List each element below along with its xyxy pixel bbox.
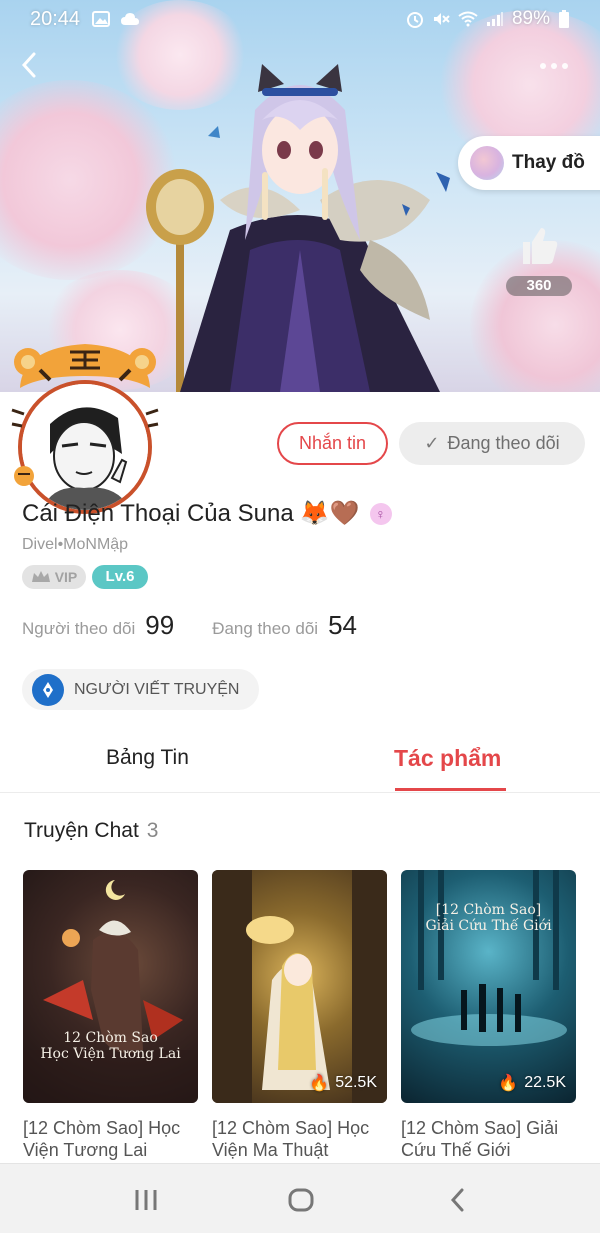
profile-name-row: Cái Điện Thoại Của Suna 🦊🤎 ♀ [22, 500, 392, 528]
section-title-label: Truyện Chat [24, 819, 139, 842]
battery-icon [559, 10, 569, 28]
wifi-icon [458, 11, 478, 27]
more-options-button[interactable] [540, 56, 580, 76]
like-widget[interactable]: 360 [506, 224, 572, 296]
cover-illustration [212, 870, 387, 1103]
story-cover[interactable]: 🔥 52.5K [212, 870, 387, 1103]
tab-works[interactable]: Tác phẩm [394, 745, 501, 772]
thumbs-up-icon [523, 228, 558, 264]
view-count: 🔥 22.5K [498, 1073, 566, 1093]
story-title[interactable]: [12 Chòm Sao] Học Viện Ma Thuật [212, 1117, 392, 1161]
recent-apps-icon [135, 1190, 157, 1210]
vip-label: VIP [54, 569, 78, 585]
following-stat-label[interactable]: Đang theo dõi [212, 619, 318, 639]
following-count[interactable]: 54 [328, 610, 357, 641]
profile-hero-banner: 20:44 89% Thay đồ 360 [0, 0, 600, 392]
female-gender-icon: ♀ [369, 503, 392, 525]
profile-tabs: Bảng Tin Tác phẩm [0, 738, 600, 793]
name-emojis: 🦊🤎 [299, 500, 360, 527]
view-count-value: 22.5K [524, 1074, 566, 1091]
home-icon [288, 1188, 314, 1212]
back-button[interactable] [18, 50, 48, 84]
android-navigation-bar [0, 1163, 600, 1233]
section-title: Truyện Chat 3 [24, 819, 158, 843]
dot-icon [562, 63, 568, 69]
fountain-pen-icon [32, 673, 64, 706]
story-title[interactable]: [12 Chòm Sao] Học Viện Tương Lai [23, 1117, 203, 1161]
chevron-left-icon [21, 52, 36, 78]
story-card[interactable]: 12 Chòm Sao Học Viện Tương Lai [12 Chòm … [23, 870, 198, 1161]
section-count: 3 [146, 819, 159, 842]
cover-title-text: 12 Chòm Sao Học Viện Tương Lai [40, 1030, 181, 1062]
profile-subname: Divel•MoNMập [22, 536, 129, 553]
followers-label[interactable]: Người theo dõi [22, 619, 135, 639]
battery-percent: 89% [511, 8, 550, 29]
checkmark-icon: ✓ [424, 433, 440, 453]
alarm-icon [406, 12, 423, 28]
following-button[interactable]: ✓ Đang theo dõi [399, 422, 585, 465]
cover-illustration [23, 880, 198, 1103]
message-button[interactable]: Nhắn tin [277, 422, 388, 465]
avatar-character-illustration [146, 64, 450, 392]
cover-title-text: [12 Chòm Sao] Giải Cứu Thế Giới [425, 902, 552, 934]
dot-icon [551, 63, 557, 69]
profile-avatar[interactable] [10, 340, 160, 514]
following-button-label: Đang theo dõi [447, 433, 560, 453]
back-nav-button[interactable] [438, 1186, 478, 1214]
status-time: 20:44 [30, 7, 81, 30]
chevron-left-icon [450, 1188, 464, 1212]
writer-role-label: NGƯỜI VIẾT TRUYỆN [74, 680, 240, 698]
story-cover[interactable]: [12 Chòm Sao] Giải Cứu Thế Giới 🔥 22.5K [401, 870, 576, 1103]
tiger-avatar-frame-icon [11, 344, 159, 486]
follow-stats: Người theo dõi 99 Đang theo dõi 54 [22, 610, 357, 641]
story-cover[interactable]: 12 Chòm Sao Học Viện Tương Lai [23, 870, 198, 1103]
writer-role-chip[interactable]: NGƯỜI VIẾT TRUYỆN [22, 669, 259, 710]
followers-count[interactable]: 99 [145, 610, 174, 641]
story-card[interactable]: 🔥 52.5K [12 Chòm Sao] Học Viện Ma Thuật [212, 870, 387, 1161]
cloud-sync-icon [121, 13, 140, 25]
vip-badge[interactable]: VIP [22, 565, 86, 589]
gallery-icon [92, 11, 111, 27]
flame-icon: 🔥 [309, 1075, 330, 1092]
view-count-value: 52.5K [335, 1074, 377, 1091]
view-count: 🔥 52.5K [309, 1073, 377, 1093]
like-count: 360 [506, 276, 572, 296]
story-card[interactable]: [12 Chòm Sao] Giải Cứu Thế Giới 🔥 22.5K … [401, 870, 576, 1161]
recent-apps-button[interactable] [126, 1186, 166, 1214]
story-title[interactable]: [12 Chòm Sao] Giải Cứu Thế Giới [401, 1117, 581, 1161]
signal-icon [486, 12, 503, 26]
level-badge[interactable]: Lv.6 [92, 565, 148, 589]
home-button[interactable] [281, 1186, 321, 1214]
mute-icon [433, 13, 450, 25]
change-outfit-label: Thay đồ [512, 152, 585, 173]
active-tab-indicator [395, 788, 506, 791]
change-outfit-button[interactable]: Thay đồ [458, 136, 600, 190]
outfit-thumbnail [470, 146, 504, 180]
dot-icon [540, 63, 546, 69]
status-bar: 20:44 89% [0, 0, 600, 38]
flame-icon: 🔥 [498, 1075, 519, 1092]
tab-feed[interactable]: Bảng Tin [106, 746, 189, 770]
profile-name: Cái Điện Thoại Của Suna [22, 500, 294, 527]
crown-icon [31, 571, 50, 582]
